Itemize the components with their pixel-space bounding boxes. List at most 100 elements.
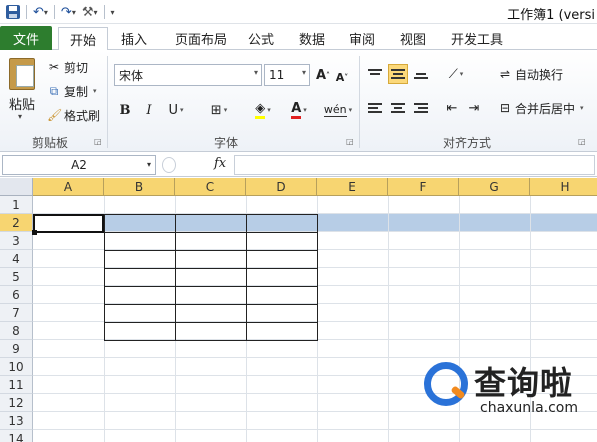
font-name-select[interactable]: 宋体 ▾ <box>114 64 262 86</box>
clipboard-launcher-icon[interactable]: ◲ <box>94 137 102 146</box>
row-header-6[interactable]: 6 <box>0 286 33 304</box>
row-header-7[interactable]: 7 <box>0 304 33 322</box>
italic-button[interactable]: I <box>140 100 158 120</box>
merge-center-button[interactable]: ⊟ 合并后居中 ▾ <box>498 98 584 118</box>
row-header-3[interactable]: 3 <box>0 232 33 250</box>
middle-align-button[interactable] <box>388 64 408 84</box>
tab-formulas[interactable]: 公式 <box>243 27 279 50</box>
customize-qat-button[interactable]: ▾ <box>109 3 117 21</box>
row-header-4[interactable]: 4 <box>0 250 33 268</box>
decrease-indent-button[interactable]: ⇤ <box>442 98 462 118</box>
merge-center-dropdown-icon[interactable]: ▾ <box>580 104 584 112</box>
merge-center-icon: ⊟ <box>499 101 511 115</box>
tools-dropdown-icon[interactable]: ▾ <box>94 8 98 17</box>
column-header-h[interactable]: H <box>530 178 597 196</box>
formula-bar-splitter[interactable] <box>162 157 176 173</box>
font-name-dropdown-icon: ▾ <box>253 68 258 77</box>
wrap-text-button[interactable]: ⇌ 自动换行 <box>498 64 563 84</box>
font-color-button[interactable]: A ▾ <box>284 100 314 120</box>
paste-dropdown-icon[interactable]: ▾ <box>18 112 22 121</box>
bold-button[interactable]: B <box>116 100 134 120</box>
tab-review[interactable]: 审阅 <box>344 27 380 50</box>
alignment-launcher-icon[interactable]: ◲ <box>578 137 586 146</box>
copy-button[interactable]: ⧉ 复制 ▾ <box>47 82 97 100</box>
tab-data[interactable]: 数据 <box>294 27 330 50</box>
row-header-2[interactable]: 2 <box>0 214 33 232</box>
table-border <box>104 340 318 341</box>
row-header-1[interactable]: 1 <box>0 196 33 214</box>
column-header-c[interactable]: C <box>175 178 246 196</box>
align-right-button[interactable] <box>411 98 431 118</box>
fill-color-dropdown-icon[interactable]: ▾ <box>267 106 271 114</box>
name-box-dropdown-icon[interactable]: ▾ <box>147 160 151 169</box>
redo-button[interactable]: ↷ ▾ <box>59 3 78 21</box>
underline-button[interactable]: U ▾ <box>162 100 190 120</box>
insert-function-button[interactable]: fx <box>214 156 226 171</box>
increase-indent-button[interactable]: ⇥ <box>464 98 484 118</box>
borders-dropdown-icon[interactable]: ▾ <box>224 106 228 114</box>
row-header-8[interactable]: 8 <box>0 322 33 340</box>
redo-icon: ↷ <box>60 4 72 20</box>
grow-font-icon: A <box>315 67 327 83</box>
top-align-button[interactable] <box>365 64 385 84</box>
align-center-button[interactable] <box>388 98 408 118</box>
save-button[interactable] <box>4 3 22 21</box>
copy-dropdown-icon[interactable]: ▾ <box>93 87 97 95</box>
tab-insert[interactable]: 插入 <box>114 27 154 50</box>
font-color-dropdown-icon[interactable]: ▾ <box>303 106 307 114</box>
underline-dropdown-icon[interactable]: ▾ <box>180 106 184 114</box>
column-header-a[interactable]: A <box>33 178 104 196</box>
undo-dropdown-icon[interactable]: ▾ <box>44 8 48 17</box>
row-header-13[interactable]: 13 <box>0 412 33 430</box>
table-border <box>246 214 247 341</box>
window-title: 工作簿1 (versi <box>507 8 595 23</box>
tab-home[interactable]: 开始 <box>58 27 108 51</box>
increase-indent-icon: ⇥ <box>468 100 480 116</box>
row-header-5[interactable]: 5 <box>0 268 33 286</box>
tab-page-layout[interactable]: 页面布局 <box>166 27 236 50</box>
column-header-b[interactable]: B <box>104 178 175 196</box>
formula-input[interactable] <box>234 155 595 175</box>
font-launcher-icon[interactable]: ◲ <box>346 137 354 146</box>
column-header-e[interactable]: E <box>317 178 388 196</box>
shrink-font-button[interactable]: A ˅ <box>334 67 350 87</box>
grow-font-button[interactable]: A ˄ <box>314 65 332 85</box>
row-header-11[interactable]: 11 <box>0 376 33 394</box>
row-header-9[interactable]: 9 <box>0 340 33 358</box>
bottom-align-button[interactable] <box>411 64 431 84</box>
column-header-f[interactable]: F <box>388 178 459 196</box>
merge-center-label: 合并后居中 <box>515 101 576 116</box>
row-header-14[interactable]: 14 <box>0 430 33 442</box>
tools-button[interactable]: ⚒ ▾ <box>80 3 100 21</box>
phonetic-button[interactable]: wén ▾ <box>322 100 354 120</box>
format-painter-label: 格式刷 <box>64 108 101 123</box>
tab-view[interactable]: 视图 <box>395 27 431 50</box>
save-icon <box>6 5 20 19</box>
row-header-12[interactable]: 12 <box>0 394 33 412</box>
underline-icon: U <box>168 102 178 118</box>
select-all-corner[interactable] <box>0 178 33 196</box>
tab-developer[interactable]: 开发工具 <box>446 27 508 50</box>
active-cell-a2[interactable] <box>33 214 104 233</box>
phonetic-dropdown-icon[interactable]: ▾ <box>349 106 353 114</box>
row-header-10[interactable]: 10 <box>0 358 33 376</box>
scissors-icon: ✂ <box>48 60 60 74</box>
column-header-d[interactable]: D <box>246 178 317 196</box>
redo-dropdown-icon[interactable]: ▾ <box>72 8 76 17</box>
name-box[interactable]: A2 ▾ <box>2 155 156 175</box>
orientation-button[interactable]: ⟋ ▾ <box>442 64 470 84</box>
column-header-g[interactable]: G <box>459 178 530 196</box>
orientation-dropdown-icon[interactable]: ▾ <box>460 70 464 78</box>
undo-button[interactable]: ↶ ▾ <box>31 3 50 21</box>
fill-handle[interactable] <box>32 230 37 235</box>
borders-button[interactable]: ⊞ ▾ <box>204 100 234 120</box>
cut-label: 剪切 <box>64 60 89 75</box>
fill-color-button[interactable]: ◈ ▾ <box>248 100 278 120</box>
align-left-button[interactable] <box>365 98 385 118</box>
tab-file[interactable]: 文件 <box>0 26 52 50</box>
paste-icon <box>9 58 35 90</box>
format-painter-button[interactable]: 🖌 格式刷 <box>47 106 100 124</box>
formula-bar: A2 ▾ fx <box>0 153 597 177</box>
font-size-select[interactable]: 11 ▾ <box>264 64 310 86</box>
cut-button[interactable]: ✂ 剪切 <box>47 58 88 76</box>
